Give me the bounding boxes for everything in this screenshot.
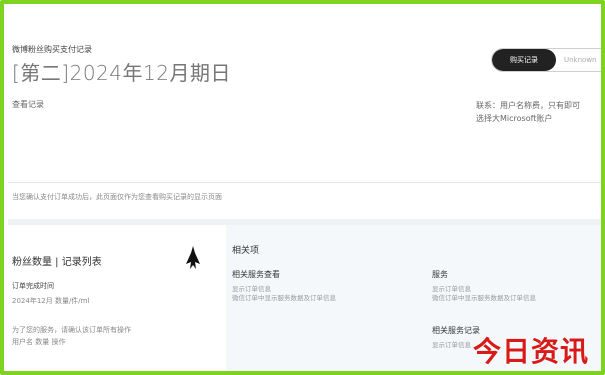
contact-line-2[interactable]: 选择大Microsoft账户 xyxy=(476,112,601,125)
watermark-logo: 今日资讯 xyxy=(472,335,589,368)
contact-info: 联系：用户名称费，只有即可 选择大Microsoft账户 xyxy=(476,99,601,125)
view-toggle[interactable]: 购买记录 Unknown xyxy=(491,48,601,72)
record-line-2[interactable]: 用户名 数量 操作 xyxy=(12,337,65,347)
cursor-icon xyxy=(186,246,200,269)
section-divider xyxy=(8,182,601,183)
page-title: [第二]2024年12月期日 xyxy=(12,61,231,85)
related-card-title: 服务 xyxy=(432,270,448,279)
record-line-1: 为了您的服务，请确认该订单所有操作 xyxy=(12,326,131,334)
record-item-meta: 2024年12月 数量/件/ml xyxy=(12,297,90,305)
contact-line-1: 联系：用户名称费，只有即可 xyxy=(476,101,580,110)
app-frame: 微博粉丝购买支付记录 [第二]2024年12月期日 购买记录 Unknown 查… xyxy=(0,0,605,375)
related-card[interactable]: 相关服务查看 显示订单信息 微信订单中显示服务数据及订单信息 xyxy=(232,269,412,303)
related-card-sub: 显示订单信息 xyxy=(232,285,271,293)
related-card-sub: 微信订单中显示服务数据及订单信息 xyxy=(432,294,536,302)
page-kicker: 微博粉丝购买支付记录 xyxy=(12,45,92,54)
records-section: 粉丝数量 | 记录列表 订单完成时间 2024年12月 数量/件/ml 为了您的… xyxy=(8,225,226,371)
notice-text: 当您确认支付订单成功后，此页面仅作为您查看购买记录的显示页面 xyxy=(12,193,222,201)
related-card[interactable]: 服务 显示订单信息 微信订单中显示服务数据及订单信息 xyxy=(432,269,601,303)
related-heading: 相关项 xyxy=(232,246,260,256)
record-item-label[interactable]: 订单完成时间 xyxy=(12,281,54,291)
records-heading: 粉丝数量 | 记录列表 xyxy=(12,257,102,268)
view-records-link[interactable]: 查看记录 xyxy=(12,99,44,110)
related-card-sub: 微信订单中显示服务数据及订单信息 xyxy=(232,294,336,302)
related-card-title: 相关服务查看 xyxy=(232,270,280,279)
related-card-sub: 显示订单信息 xyxy=(432,285,471,293)
toggle-option-active[interactable]: 购买记录 xyxy=(492,49,556,71)
toggle-option-inactive[interactable]: Unknown xyxy=(556,49,601,71)
